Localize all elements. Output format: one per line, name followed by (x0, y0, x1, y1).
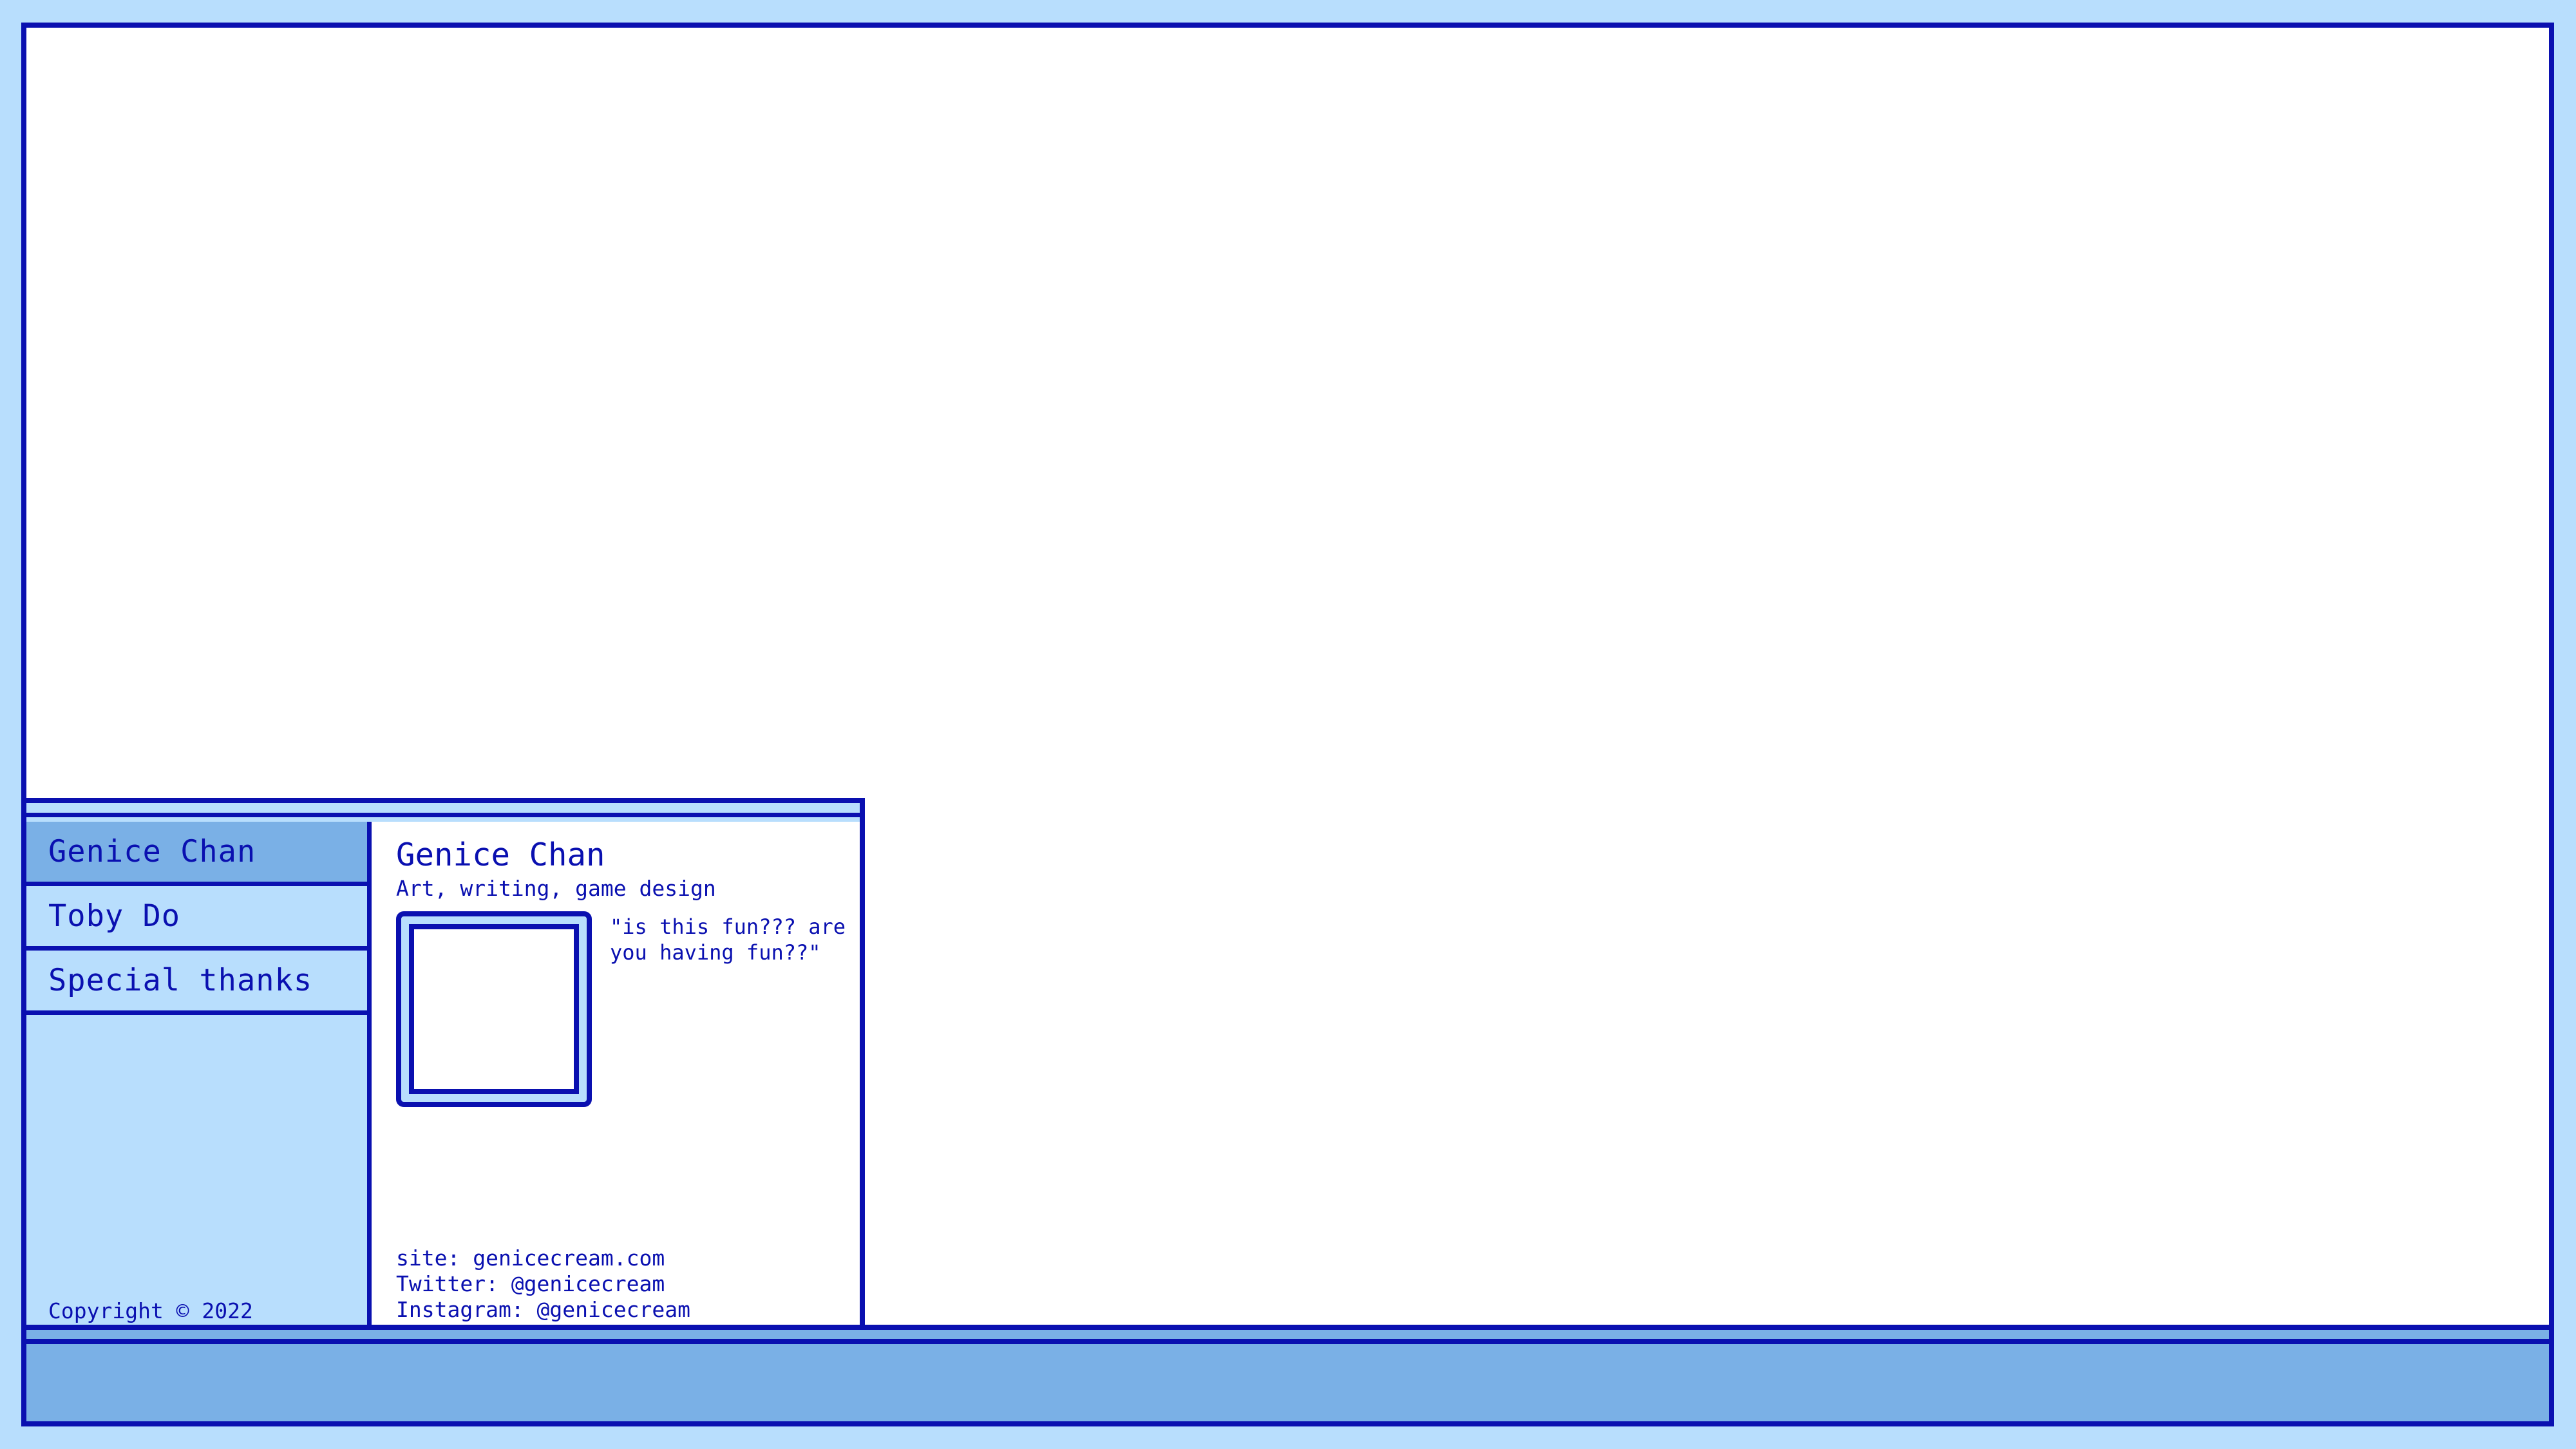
profile-name: Genice Chan (396, 837, 605, 873)
portrait-frame (396, 911, 592, 1107)
profile-links: site: genicecream.com Twitter: @genicecr… (396, 1245, 690, 1323)
window-titlebar[interactable] (26, 803, 860, 817)
twitter-link[interactable]: Twitter: @genicecream (396, 1271, 690, 1297)
taskbar-divider (26, 1339, 2549, 1344)
sidebar-item-special-thanks[interactable]: Special thanks (26, 951, 367, 1015)
taskbar (26, 1325, 2549, 1421)
profile-quote: "is this fun??? are you having fun??" (610, 914, 858, 965)
credits-sidebar: Genice Chan Toby Do Special thanks Copyr… (26, 822, 372, 1335)
instagram-link[interactable]: Instagram: @genicecream (396, 1297, 690, 1323)
profile-subtitle: Art, writing, game design (396, 876, 716, 901)
sidebar-item-label: Genice Chan (48, 834, 256, 869)
profile-panel: Genice Chan Art, writing, game design "i… (372, 822, 860, 1335)
sidebar-item-genice-chan[interactable]: Genice Chan (26, 822, 367, 886)
sidebar-item-toby-do[interactable]: Toby Do (26, 886, 367, 951)
sidebar-item-label: Special thanks (48, 963, 313, 998)
credits-window: Genice Chan Toby Do Special thanks Copyr… (26, 798, 865, 1335)
portrait-image (409, 924, 579, 1094)
desktop-frame: Genice Chan Toby Do Special thanks Copyr… (21, 23, 2554, 1426)
sidebar-item-label: Toby Do (48, 898, 181, 934)
copyright-text: Copyright © 2022 (48, 1298, 253, 1323)
site-link[interactable]: site: genicecream.com (396, 1245, 690, 1271)
